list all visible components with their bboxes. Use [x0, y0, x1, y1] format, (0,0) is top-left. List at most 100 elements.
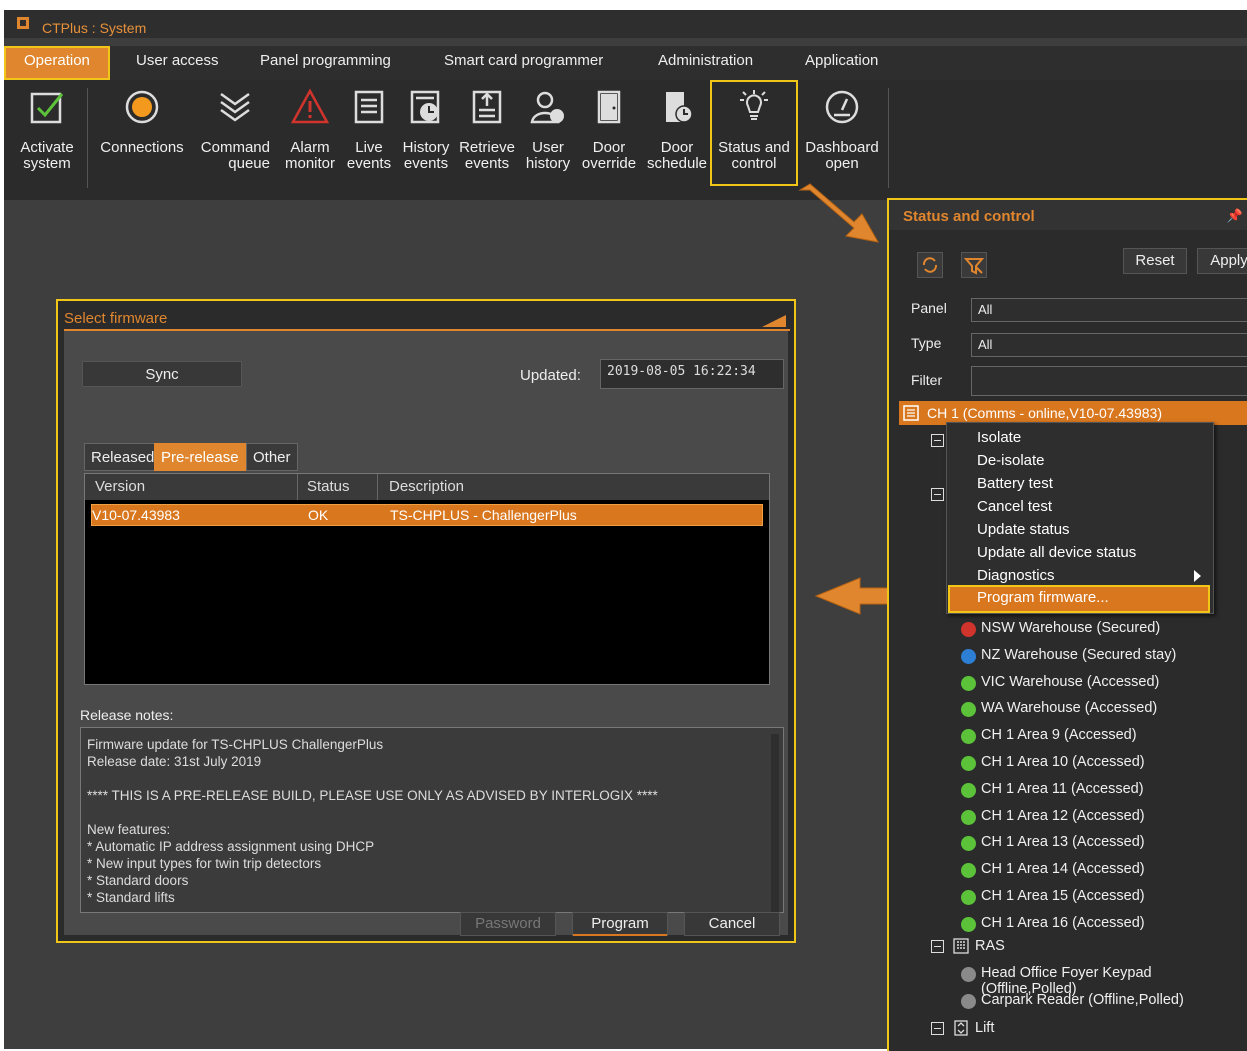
panel-header: Status and control 📌	[889, 200, 1247, 230]
dialog-collapse-icon[interactable]	[762, 315, 786, 327]
tree-ras-item[interactable]: Carpark Reader (Offline,Polled)	[981, 992, 1184, 1008]
updated-label: Updated:	[520, 367, 581, 384]
ribbon-separator	[87, 88, 88, 188]
retrieve-events-icon	[472, 90, 502, 124]
menu-item-update-all-device-status[interactable]: Update all device status	[977, 544, 1136, 561]
filter-toggle-button[interactable]	[961, 252, 987, 278]
alarm-monitor-button[interactable]: Alarm monitor	[278, 80, 342, 200]
program-button[interactable]: Program	[572, 912, 668, 936]
history-events-button[interactable]: History events	[398, 80, 454, 200]
row-status: OK	[308, 507, 329, 523]
activate-system-button[interactable]: Activate system	[10, 80, 84, 200]
tree-area-item[interactable]: CH 1 Area 9 (Accessed)	[981, 727, 1137, 743]
refresh-button[interactable]	[917, 252, 943, 278]
user-history-button[interactable]: User history	[522, 80, 574, 200]
program-label: Program	[591, 915, 649, 932]
connections-button[interactable]: Connections	[96, 80, 188, 200]
tree-area-item[interactable]: CH 1 Area 13 (Accessed)	[981, 834, 1145, 850]
menu-item-program-firmware[interactable]: Program firmware...	[977, 589, 1109, 606]
collapse-box-icon[interactable]	[931, 940, 944, 953]
status-and-control-button[interactable]: Status and control	[710, 80, 798, 186]
menu-panel-programming[interactable]: Panel programming	[240, 46, 411, 80]
tree-area-item[interactable]: NSW Warehouse (Secured)	[981, 620, 1160, 636]
tree-area-item[interactable]: VIC Warehouse (Accessed)	[981, 674, 1159, 690]
door-override-label: Door override	[581, 139, 637, 172]
tree-area-item[interactable]: CH 1 Area 15 (Accessed)	[981, 888, 1145, 904]
table-row[interactable]: V10-07.43983 OK TS-CHPLUS - ChallengerPl…	[91, 504, 763, 526]
door-override-button[interactable]: Door override	[578, 80, 640, 200]
tree-area-item[interactable]: CH 1 Area 14 (Accessed)	[981, 861, 1145, 877]
controller-icon	[903, 405, 919, 421]
column-status[interactable]: Status	[307, 478, 350, 495]
column-version[interactable]: Version	[95, 478, 145, 495]
panel-select[interactable]: All	[971, 298, 1247, 322]
command-queue-icon	[220, 92, 250, 122]
ribbon-separator	[888, 88, 889, 188]
collapse-box-icon[interactable]	[931, 434, 944, 447]
menu-item-isolate[interactable]: Isolate	[977, 429, 1021, 446]
column-description[interactable]: Description	[389, 478, 464, 495]
tree-area-item[interactable]: CH 1 Area 16 (Accessed)	[981, 915, 1145, 931]
tree-area-item[interactable]: CH 1 Area 10 (Accessed)	[981, 754, 1145, 770]
tree-lift-label[interactable]: Lift	[975, 1020, 994, 1036]
dialog-title: Select firmware	[64, 310, 168, 327]
menu-operation[interactable]: Operation	[4, 46, 110, 80]
status-dot	[961, 756, 976, 771]
tab-other[interactable]: Other	[246, 443, 298, 471]
tree-area-item[interactable]: CH 1 Area 11 (Accessed)	[981, 781, 1144, 797]
release-notes-text[interactable]: Firmware update for TS-CHPLUS Challenger…	[80, 727, 784, 914]
pin-icon[interactable]: 📌	[1227, 208, 1243, 224]
tab-released[interactable]: Released	[84, 443, 162, 471]
apply-button[interactable]: Apply	[1197, 248, 1247, 274]
menu-item-update-status[interactable]: Update status	[977, 521, 1070, 538]
sync-button[interactable]: Sync	[82, 361, 242, 387]
lightbulb-icon	[740, 90, 768, 120]
live-events-button[interactable]: Live events	[344, 80, 394, 200]
menu-administration[interactable]: Administration	[638, 46, 773, 80]
text-filter-label: Filter	[911, 372, 943, 388]
release-notes-scrollbar[interactable]	[771, 734, 779, 914]
tree-ras-label[interactable]: RAS	[975, 938, 1005, 954]
checkbox-check-icon	[30, 92, 64, 124]
command-queue-button[interactable]: Command queue	[194, 80, 276, 200]
cancel-button[interactable]: Cancel	[684, 912, 780, 936]
alarm-warning-icon	[291, 88, 329, 124]
connections-icon	[125, 90, 159, 124]
status-dot	[961, 967, 976, 982]
retrieve-events-label: Retrieve events	[459, 139, 515, 172]
status-and-control-label: Status and control	[718, 139, 790, 172]
panel-filter-label: Panel	[911, 300, 947, 316]
menu-item-diagnostics[interactable]: Diagnostics	[977, 567, 1055, 584]
collapse-box-icon[interactable]	[931, 488, 944, 501]
app-logo-icon	[17, 17, 29, 29]
title-bar: CTPlus : System	[4, 10, 1247, 38]
tree-area-item[interactable]: WA Warehouse (Accessed)	[981, 700, 1157, 716]
menu-application[interactable]: Application	[785, 46, 898, 80]
door-schedule-button[interactable]: Door schedule	[644, 80, 710, 200]
tab-pre-release[interactable]: Pre-release	[154, 443, 246, 471]
context-menu: Isolate De-isolate Battery test Cancel t…	[946, 422, 1214, 614]
menu-user-access[interactable]: User access	[116, 46, 239, 80]
status-dot	[961, 782, 976, 798]
collapse-box-icon[interactable]	[931, 1022, 944, 1035]
keypad-icon	[953, 938, 969, 954]
dialog-body: Sync Updated: 2019-08-05 16:22:34 Releas…	[64, 331, 788, 936]
status-dot	[961, 675, 976, 691]
reset-button[interactable]: Reset	[1123, 248, 1187, 274]
user-history-icon	[530, 91, 564, 124]
app-title: CTPlus : System	[42, 20, 147, 36]
menu-item-de-isolate[interactable]: De-isolate	[977, 452, 1045, 469]
filter-input[interactable]	[971, 366, 1247, 396]
firmware-table: Version Status Description V10-07.43983 …	[84, 473, 770, 685]
status-dot	[961, 648, 976, 664]
tree-area-item[interactable]: CH 1 Area 12 (Accessed)	[981, 808, 1145, 824]
door-icon	[597, 90, 621, 124]
tree-area-item[interactable]: NZ Warehouse (Secured stay)	[981, 647, 1176, 663]
menu-item-cancel-test[interactable]: Cancel test	[977, 498, 1052, 515]
retrieve-events-button[interactable]: Retrieve events	[456, 80, 518, 200]
password-button[interactable]: Password	[460, 912, 556, 936]
type-select[interactable]: All	[971, 333, 1247, 357]
status-dot	[961, 622, 976, 637]
menu-item-battery-test[interactable]: Battery test	[977, 475, 1053, 492]
menu-smart-card-programmer[interactable]: Smart card programmer	[424, 46, 623, 80]
